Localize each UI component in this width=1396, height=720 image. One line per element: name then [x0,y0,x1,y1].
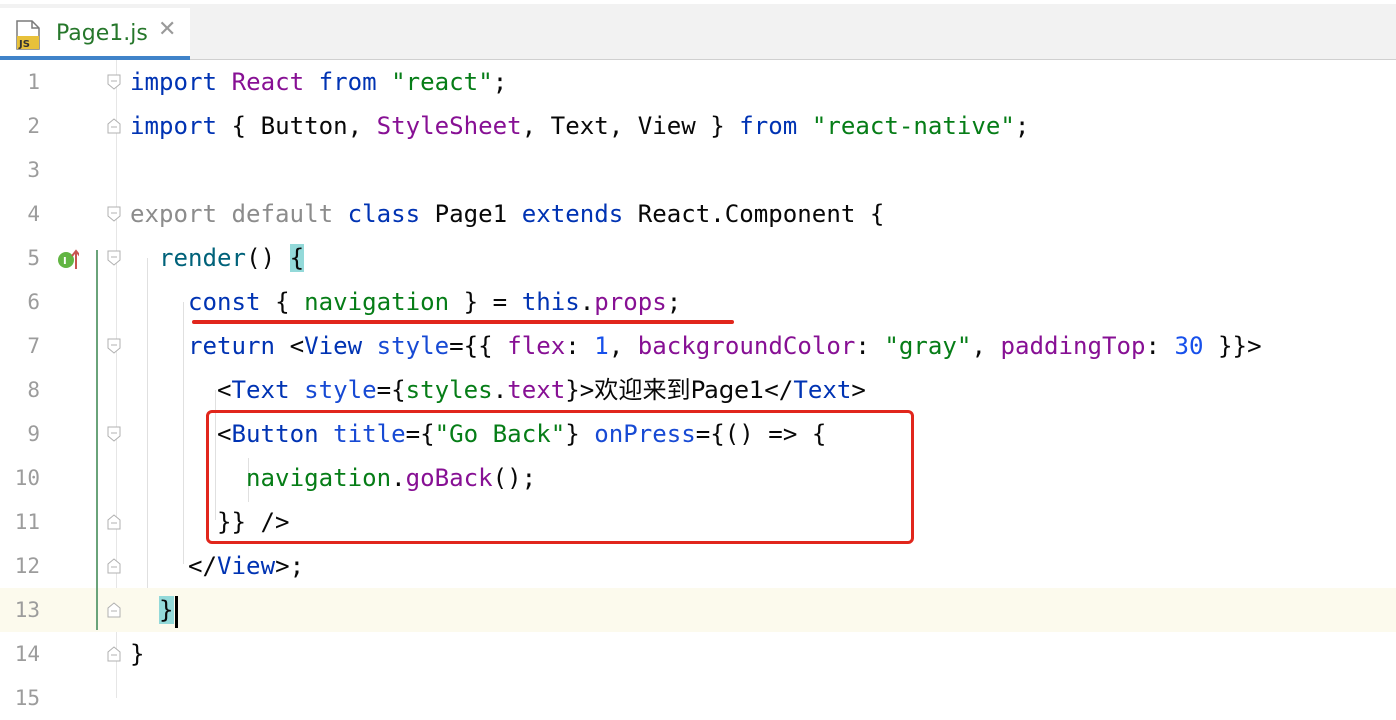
fold-end-icon[interactable] [107,602,121,618]
fold-start-icon[interactable] [107,338,121,354]
svg-text:I: I [63,256,67,267]
code-line[interactable]: 15 [0,676,1396,720]
code-text: const { navigation } = this.props; [188,288,682,316]
tab-page1-js[interactable]: JS Page1.js ✕ [0,8,190,60]
js-file-icon: JS [16,20,40,50]
fold-start-icon[interactable] [107,206,121,222]
fold-start-icon[interactable] [107,426,121,442]
line-number: 3 [27,158,40,182]
annotation-highlight-box [206,410,914,544]
code-text: export default class Page1 extends React… [130,200,885,228]
code-line[interactable]: 12 </View>; [0,544,1396,588]
code-line[interactable]: 5 I render() { [0,236,1396,280]
code-line-current[interactable]: 13 } [0,588,1396,632]
fold-start-icon[interactable] [107,250,121,266]
line-number: 5 [27,246,40,270]
fold-end-icon[interactable] [107,558,121,574]
code-text: import { Button, StyleSheet, Text, View … [130,112,1030,140]
line-number: 15 [14,686,40,710]
fold-end-icon[interactable] [107,646,121,662]
editor-tab-bar: JS Page1.js ✕ [0,0,1396,60]
code-text: } [130,640,145,668]
svg-text:JS: JS [18,39,30,50]
fold-start-icon[interactable] [107,74,121,90]
code-line[interactable]: 2 import { Button, StyleSheet, Text, Vie… [0,104,1396,148]
line-number: 7 [27,334,40,358]
line-number: 2 [27,114,40,138]
tab-title: Page1.js [56,21,148,46]
code-text: </View>; [130,552,305,580]
code-line[interactable]: 1 import React from "react"; [0,60,1396,104]
code-line[interactable]: 7 return <View style={{ flex: 1, backgro… [0,324,1396,368]
line-number: 13 [14,598,40,622]
close-icon[interactable]: ✕ [158,17,176,42]
code-editor[interactable]: 1 import React from "react"; 2 import { … [0,60,1396,710]
line-number: 11 [14,510,40,534]
code-text: } [159,596,174,624]
fold-end-icon[interactable] [107,118,121,134]
code-line[interactable]: 8 <Text style={styles.text}>欢迎来到Page1</T… [0,368,1396,412]
line-number: 9 [27,422,40,446]
code-text: <Text style={styles.text}>欢迎来到Page1</Tex… [130,376,866,404]
line-number: 10 [14,466,40,490]
code-line[interactable]: 6 const { navigation } = this.props; [0,280,1396,324]
fold-end-icon[interactable] [107,514,121,530]
line-number: 4 [27,202,40,226]
code-text: return <View style={{ flex: 1, backgroun… [188,332,1262,360]
line-number: 1 [27,70,40,94]
code-text: import React from "react"; [130,68,508,96]
line-number: 8 [27,378,40,402]
line-number: 14 [14,642,40,666]
vcs-change-marker[interactable] [96,250,98,630]
line-number: 6 [27,290,40,314]
implements-method-icon[interactable]: I [57,249,79,271]
code-text: render() { [159,244,305,272]
text-cursor [175,596,178,628]
code-line[interactable]: 3 [0,148,1396,192]
line-number: 12 [14,554,40,578]
code-line[interactable]: 4 export default class Page1 extends Rea… [0,192,1396,236]
annotation-underline [192,320,734,324]
code-line[interactable]: 14 } [0,632,1396,676]
